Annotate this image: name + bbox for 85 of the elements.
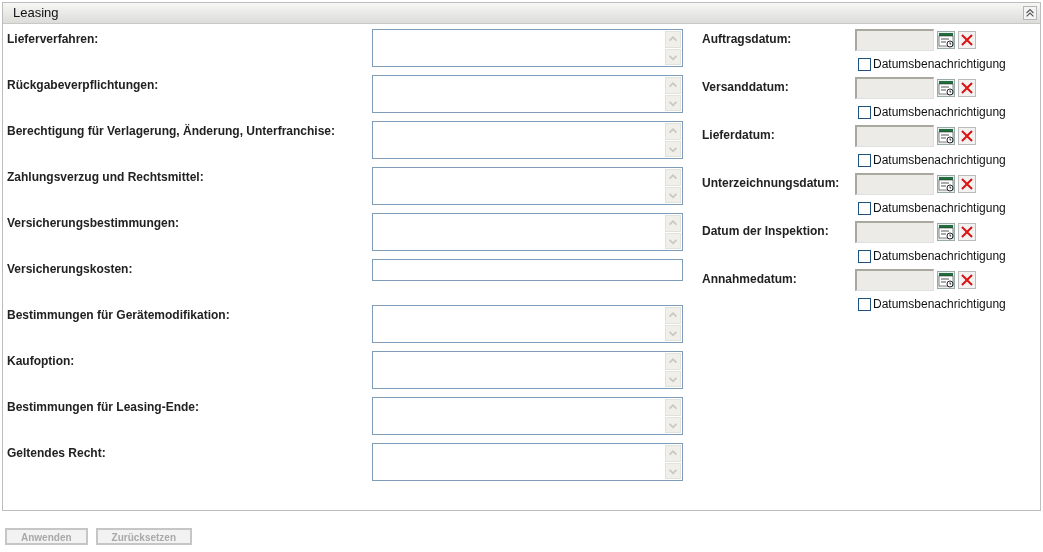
- checkbox[interactable]: [858, 105, 871, 119]
- field-label: Geltendes Recht:: [7, 445, 107, 462]
- date-label: Datum der Inspektion:: [702, 223, 830, 240]
- field-label: Kaufoption:: [7, 353, 76, 370]
- clear-icon[interactable]: [958, 223, 976, 241]
- checkbox-label: Datumsbenachrichtigung: [873, 248, 1006, 265]
- checkbox[interactable]: [858, 201, 871, 215]
- scrollbar[interactable]: [665, 169, 681, 203]
- date-label: Auftragsdatum:: [702, 31, 793, 48]
- clear-icon[interactable]: [958, 31, 976, 49]
- scrollbar[interactable]: [665, 31, 681, 65]
- scroll-down-icon[interactable]: [665, 48, 681, 65]
- text-area[interactable]: [372, 443, 683, 481]
- checkbox[interactable]: [858, 57, 871, 71]
- date-field[interactable]: [855, 173, 934, 195]
- date-label: Unterzeichnungsdatum:: [702, 175, 841, 192]
- calendar-icon[interactable]: [937, 127, 955, 145]
- clear-icon[interactable]: [958, 271, 976, 289]
- calendar-icon[interactable]: [937, 79, 955, 97]
- date-field[interactable]: [855, 221, 934, 243]
- text-area[interactable]: [372, 75, 683, 113]
- scroll-down-icon[interactable]: [665, 232, 681, 249]
- date-field[interactable]: [855, 269, 934, 291]
- checkbox[interactable]: [858, 297, 871, 311]
- scrollbar[interactable]: [665, 215, 681, 249]
- scroll-up-icon[interactable]: [665, 31, 681, 48]
- date-label: Versanddatum:: [702, 79, 790, 96]
- text-area[interactable]: [372, 121, 683, 159]
- scroll-down-icon[interactable]: [665, 140, 681, 157]
- scroll-up-icon[interactable]: [665, 353, 681, 370]
- scroll-up-icon[interactable]: [665, 215, 681, 232]
- text-area[interactable]: [372, 351, 683, 389]
- clear-icon[interactable]: [958, 175, 976, 193]
- checkbox-label: Datumsbenachrichtigung: [873, 200, 1006, 217]
- scroll-down-icon[interactable]: [665, 324, 681, 341]
- scroll-up-icon[interactable]: [665, 445, 681, 462]
- panel-title: Leasing: [13, 4, 59, 23]
- collapse-icon[interactable]: [1023, 6, 1037, 20]
- calendar-icon[interactable]: [937, 271, 955, 289]
- date-label: Annahmedatum:: [702, 271, 798, 288]
- checkbox[interactable]: [858, 153, 871, 167]
- calendar-icon[interactable]: [937, 175, 955, 193]
- scroll-down-icon[interactable]: [665, 94, 681, 111]
- checkbox-label: Datumsbenachrichtigung: [873, 296, 1006, 313]
- checkbox-label: Datumsbenachrichtigung: [873, 56, 1006, 73]
- scroll-down-icon[interactable]: [665, 186, 681, 203]
- checkbox-label: Datumsbenachrichtigung: [873, 152, 1006, 169]
- scroll-up-icon[interactable]: [665, 77, 681, 94]
- scroll-down-icon[interactable]: [665, 370, 681, 387]
- scrollbar[interactable]: [665, 445, 681, 479]
- scrollbar[interactable]: [665, 123, 681, 157]
- field-label: Lieferverfahren:: [7, 31, 100, 48]
- scroll-up-icon[interactable]: [665, 399, 681, 416]
- field-label: Berechtigung für Verlagerung, Änderung, Unterfranchise:: [7, 123, 337, 140]
- scroll-up-icon[interactable]: [665, 307, 681, 324]
- date-field[interactable]: [855, 29, 934, 51]
- scrollbar[interactable]: [665, 399, 681, 433]
- scroll-up-icon[interactable]: [665, 169, 681, 186]
- field-label: Versicherungskosten:: [7, 261, 134, 278]
- scroll-down-icon[interactable]: [665, 462, 681, 479]
- date-label: Lieferdatum:: [702, 127, 776, 144]
- scroll-up-icon[interactable]: [665, 123, 681, 140]
- field-label: Rückgabeverpflichtungen:: [7, 77, 160, 94]
- date-field[interactable]: [855, 77, 934, 99]
- scroll-down-icon[interactable]: [665, 416, 681, 433]
- input-field[interactable]: [372, 259, 683, 281]
- checkbox[interactable]: [858, 249, 871, 263]
- checkbox-label: Datumsbenachrichtigung: [873, 104, 1006, 121]
- calendar-icon[interactable]: [937, 31, 955, 49]
- field-label: Zahlungsverzug und Rechtsmittel:: [7, 169, 205, 186]
- scrollbar[interactable]: [665, 307, 681, 341]
- scrollbar[interactable]: [665, 353, 681, 387]
- field-label: Versicherungsbestimmungen:: [7, 215, 181, 232]
- text-area[interactable]: [372, 213, 683, 251]
- text-area[interactable]: [372, 397, 683, 435]
- field-label: Bestimmungen für Leasing-Ende:: [7, 399, 201, 416]
- text-area[interactable]: [372, 167, 683, 205]
- date-field[interactable]: [855, 125, 934, 147]
- text-area[interactable]: [372, 29, 683, 67]
- scrollbar[interactable]: [665, 77, 681, 111]
- calendar-icon[interactable]: [937, 223, 955, 241]
- field-label: Bestimmungen für Gerätemodifikation:: [7, 307, 231, 324]
- clear-icon[interactable]: [958, 127, 976, 145]
- clear-icon[interactable]: [958, 79, 976, 97]
- text-area[interactable]: [372, 305, 683, 343]
